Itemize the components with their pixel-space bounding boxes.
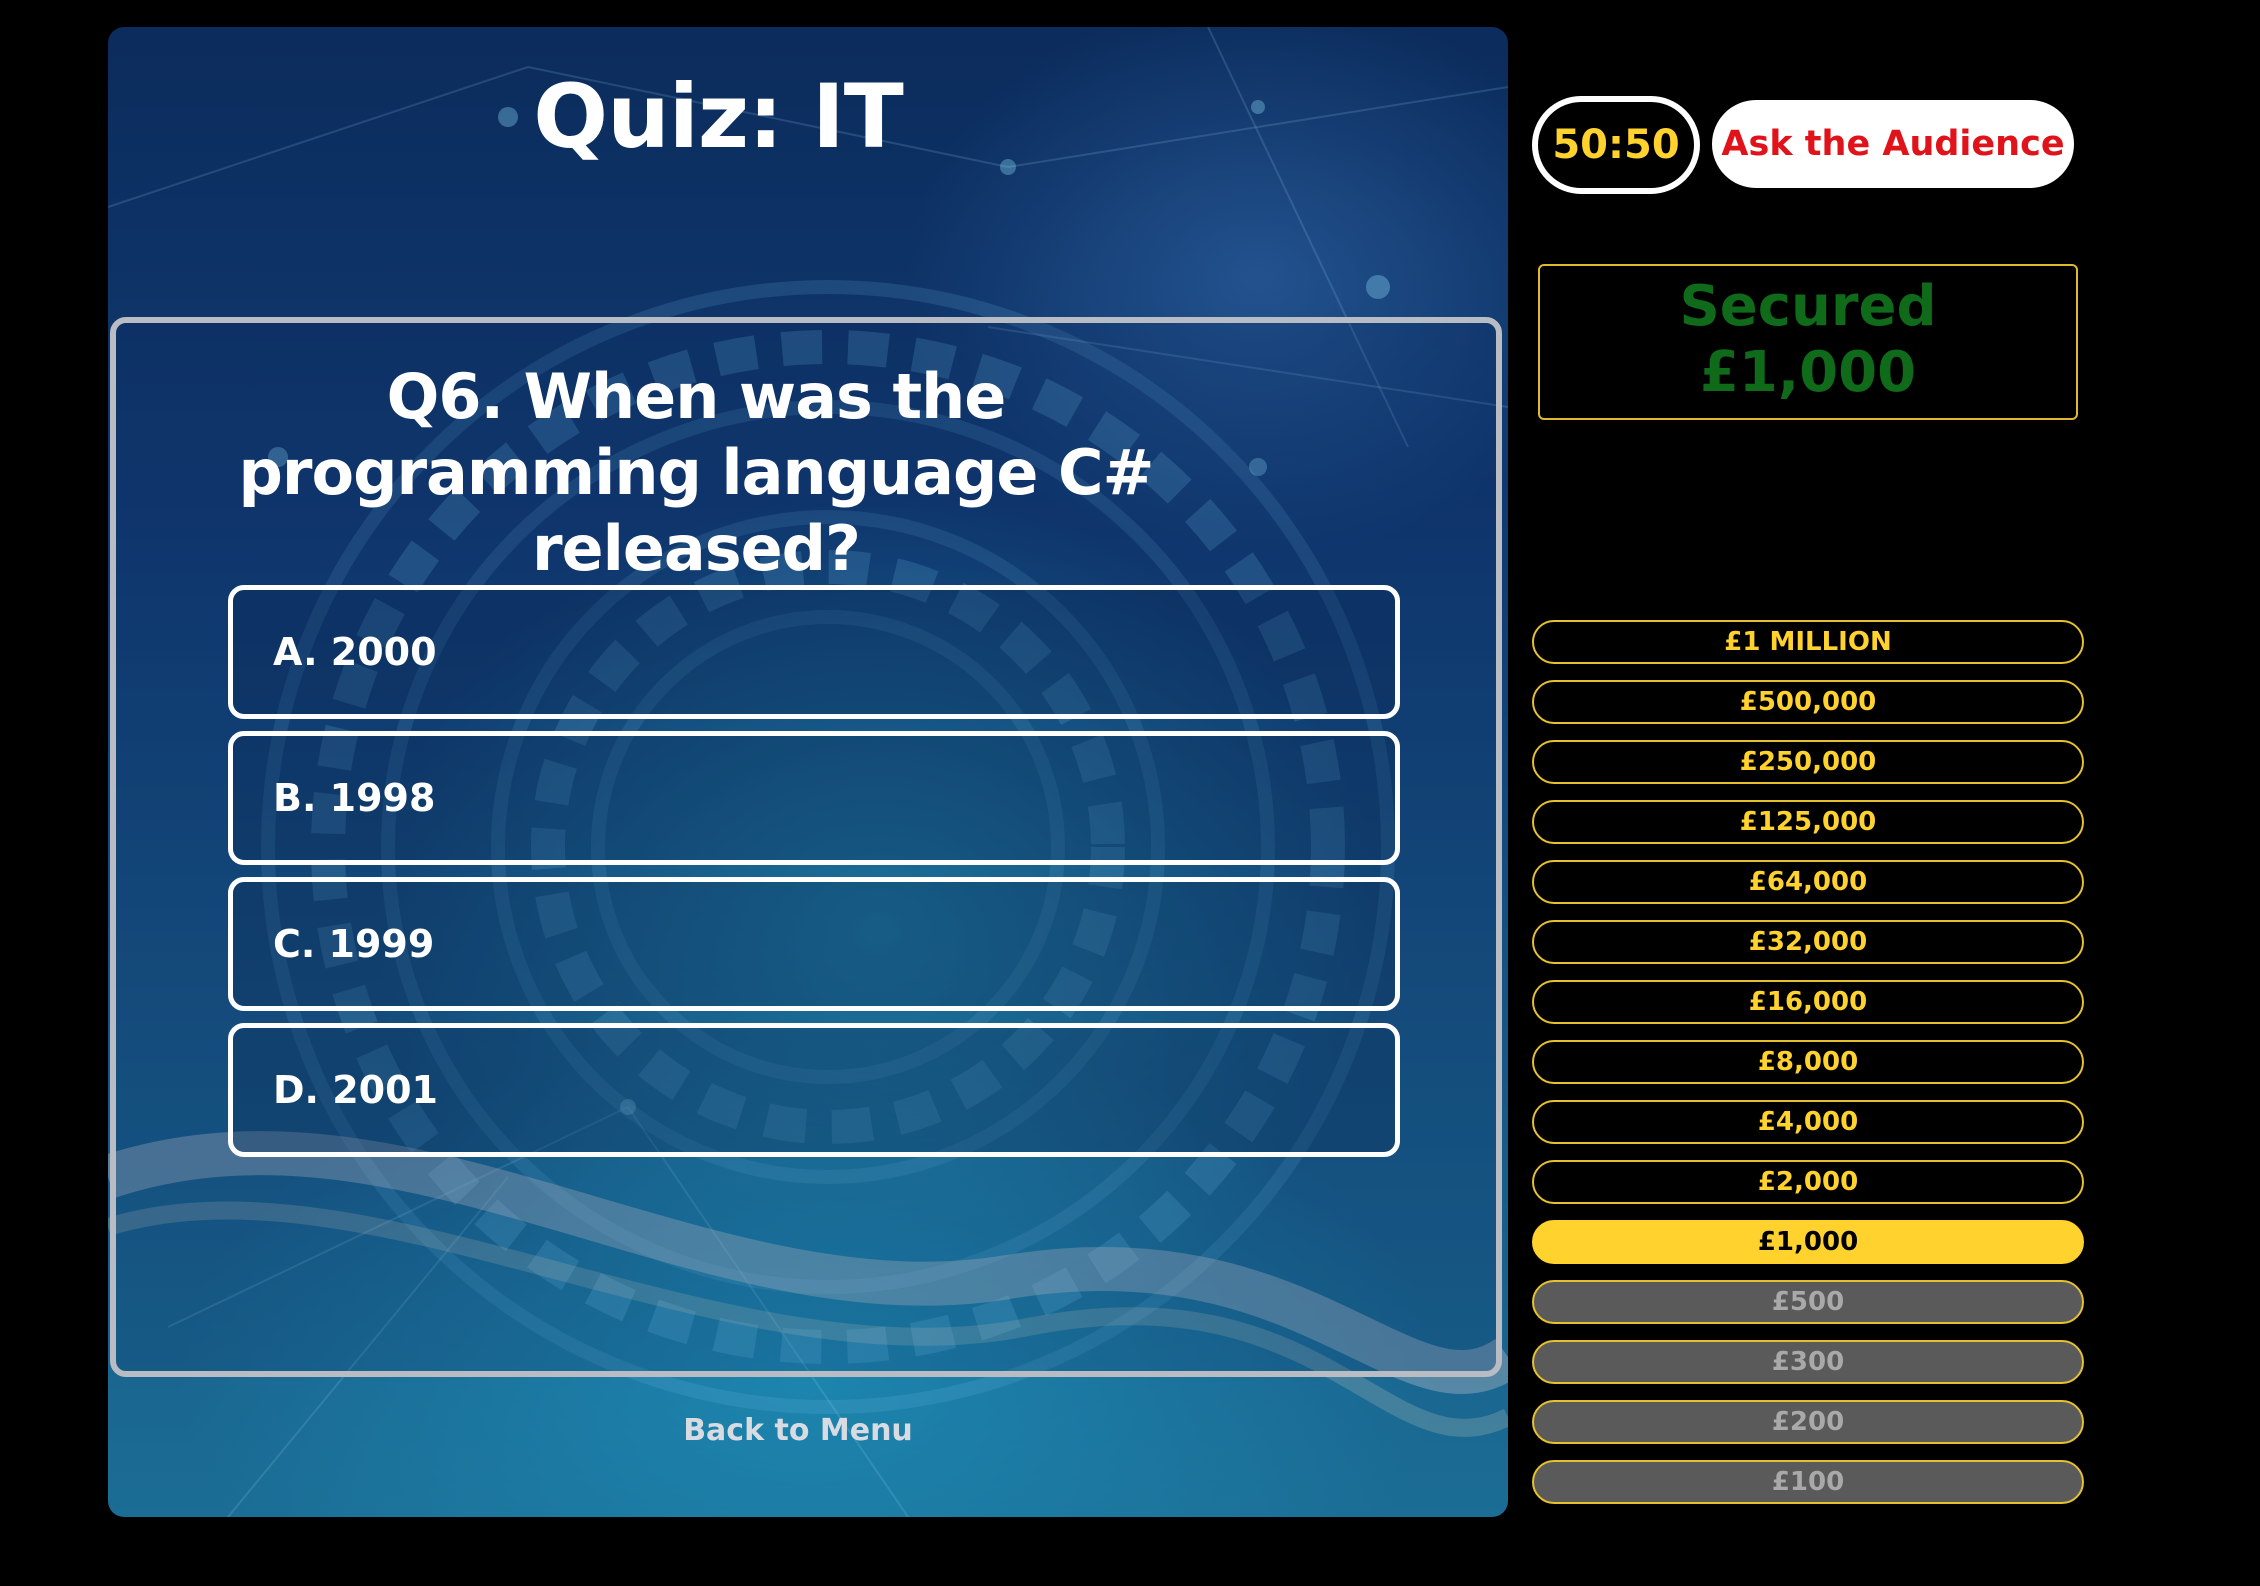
question-card: Q6. When was the programming language C#… (110, 317, 1502, 1377)
ladder-level-500000: £500,000 (1532, 680, 2084, 724)
ladder-level-2000: £2,000 (1532, 1160, 2084, 1204)
ask-the-audience-button[interactable]: Ask the Audience (1712, 100, 2074, 188)
quiz-title: Quiz: IT (533, 65, 903, 168)
ladder-level-100: £100 (1532, 1460, 2084, 1504)
quiz-screen: Quiz: IT Q6. When was the programming la… (0, 0, 2260, 1586)
fifty-fifty-button[interactable]: 50:50 (1532, 96, 1700, 194)
ladder-level-16000: £16,000 (1532, 980, 2084, 1024)
ladder-level-200: £200 (1532, 1400, 2084, 1444)
answer-option-d[interactable]: D. 2001 (228, 1023, 1400, 1157)
ladder-level-125000: £125,000 (1532, 800, 2084, 844)
answer-option-c[interactable]: C. 1999 (228, 877, 1400, 1011)
secured-amount: £1,000 (1699, 340, 1917, 405)
ladder-level-64000: £64,000 (1532, 860, 2084, 904)
answer-option-b[interactable]: B. 1998 (228, 731, 1400, 865)
ladder-level-500: £500 (1532, 1280, 2084, 1324)
back-to-menu-link[interactable]: Back to Menu (108, 1413, 1508, 1448)
ladder-level-250000: £250,000 (1532, 740, 2084, 784)
secured-amount-box: Secured £1,000 (1538, 264, 2078, 420)
ladder-level-8000: £8,000 (1532, 1040, 2084, 1084)
answer-option-a[interactable]: A. 2000 (228, 585, 1400, 719)
ladder-level-1000-current: £1,000 (1532, 1220, 2084, 1264)
question-text: Q6. When was the programming language C#… (238, 360, 1155, 585)
ladder-level-32000: £32,000 (1532, 920, 2084, 964)
ladder-level-300: £300 (1532, 1340, 2084, 1384)
quiz-panel: Quiz: IT Q6. When was the programming la… (108, 27, 1508, 1517)
ladder-level-1-million: £1 MILLION (1532, 620, 2084, 664)
ladder-level-4000: £4,000 (1532, 1100, 2084, 1144)
secured-label: Secured (1679, 274, 1937, 339)
